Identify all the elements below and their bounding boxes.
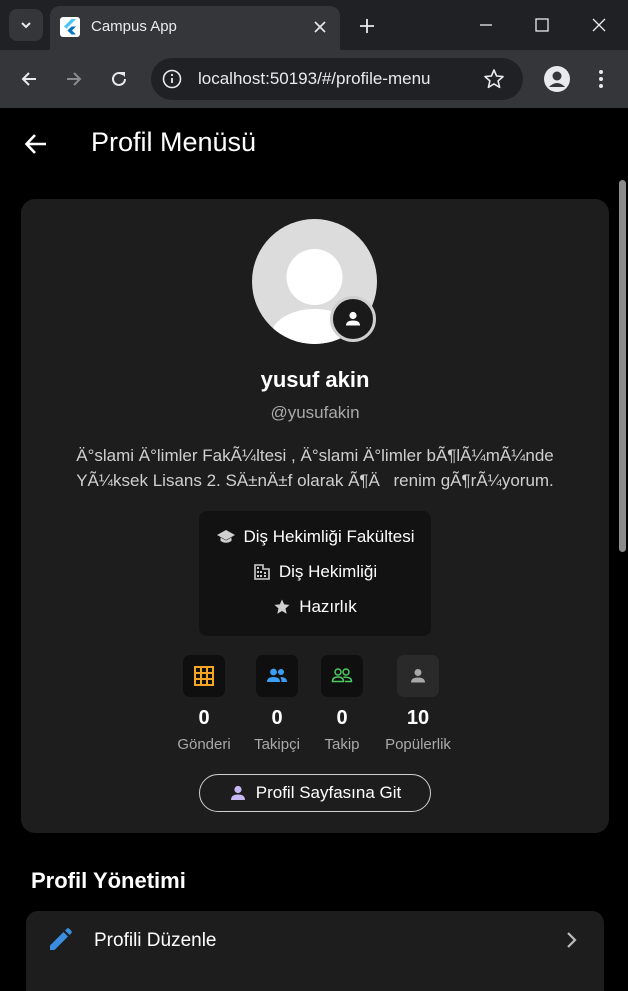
go-to-profile-button[interactable]: Profil Sayfasına Git (199, 774, 431, 812)
maximize-button[interactable] (529, 12, 555, 38)
back-arrow-icon[interactable] (23, 131, 49, 157)
stat-followers[interactable]: 0 Takipçi (250, 655, 304, 753)
academic-info-box: Diş Hekimliği Fakültesi Diş Hekimliği Ha… (199, 511, 431, 636)
stat-posts[interactable]: 0 Gönderi (177, 655, 231, 753)
forward-button[interactable] (62, 67, 86, 91)
flutter-icon (60, 17, 80, 37)
stat-followers-value: 0 (271, 707, 283, 729)
scrollbar-thumb[interactable] (619, 180, 626, 552)
profile-management-card: Profili Düzenle (26, 911, 604, 991)
new-tab-button[interactable] (356, 15, 378, 37)
browser-toolbar: localhost:50193/#/profile-menu (0, 50, 628, 108)
department-row: Diş Hekimliği (199, 562, 431, 582)
stat-posts-value: 0 (198, 707, 210, 729)
grid-icon (194, 666, 214, 686)
stat-posts-icon-box (183, 655, 225, 697)
stat-posts-label: Gönderi (177, 736, 231, 753)
user-name: yusuf akin (260, 367, 370, 392)
people-outline-icon (331, 668, 353, 683)
account-icon[interactable] (543, 65, 571, 93)
building-icon (254, 564, 270, 580)
close-icon (592, 18, 606, 32)
tab-title: Campus App (91, 18, 177, 35)
browser-menu-button[interactable] (591, 67, 611, 91)
close-icon (314, 21, 326, 33)
minimize-icon (480, 24, 492, 26)
minimize-button[interactable] (473, 12, 499, 38)
person-icon (346, 311, 360, 326)
site-info-icon[interactable] (161, 68, 183, 90)
stat-popularity-value: 10 (406, 707, 430, 729)
person-icon (411, 669, 425, 683)
profile-card: yusuf akin @yusufakin Ä°slami Ä°limler F… (21, 199, 609, 833)
stat-popularity[interactable]: 10 Popülerlik (376, 655, 460, 753)
chevron-down-icon (21, 22, 31, 29)
chevron-right-icon (567, 932, 577, 948)
stat-following-value: 0 (336, 707, 348, 729)
people-icon (267, 668, 287, 682)
section-title-profile-management: Profil Yönetimi (31, 868, 186, 893)
tab-close-button[interactable] (310, 17, 330, 37)
reload-button[interactable] (107, 67, 131, 91)
level-label: Hazırlık (299, 597, 357, 616)
app-viewport: Profil Menüsü yusuf akin @yusufakin Ä°sl… (0, 108, 628, 991)
browser-tab-bar: Campus App (0, 0, 628, 50)
kebab-menu-icon (599, 70, 603, 88)
stat-following-label: Takip (324, 736, 360, 753)
arrow-right-icon (67, 72, 82, 86)
go-to-profile-label: Profil Sayfasına Git (255, 783, 402, 802)
avatar-edit-badge[interactable] (330, 296, 376, 342)
address-bar[interactable]: localhost:50193/#/profile-menu (151, 58, 523, 100)
user-handle: @yusufakin (270, 403, 360, 422)
arrow-left-icon (21, 72, 36, 86)
address-url[interactable]: localhost:50193/#/profile-menu (198, 69, 430, 89)
person-icon (230, 785, 245, 800)
stat-followers-icon-box (256, 655, 298, 697)
faculty-label: Diş Hekimliği Fakültesi (243, 527, 415, 546)
edit-profile-item[interactable]: Profili Düzenle (26, 911, 604, 971)
reload-icon (112, 71, 126, 86)
stat-following[interactable]: 0 Takip (321, 655, 363, 753)
tab-search-button[interactable] (9, 9, 43, 41)
plus-icon (360, 19, 374, 33)
stat-popularity-label: Popülerlik (385, 736, 451, 753)
star-icon (274, 599, 290, 614)
graduation-cap-icon (216, 530, 235, 543)
star-outline-icon[interactable] (483, 68, 505, 90)
faculty-row: Diş Hekimliği Fakültesi (199, 527, 431, 547)
department-label: Diş Hekimliği (278, 562, 378, 581)
user-bio: Ä°slami Ä°limler FakÃ¼ltesi , Ä°slami Ä°… (76, 446, 554, 490)
maximize-icon (535, 18, 549, 32)
stat-followers-label: Takipçi (254, 736, 300, 753)
back-button[interactable] (17, 67, 41, 91)
browser-tab[interactable]: Campus App (50, 6, 340, 50)
window-close-button[interactable] (586, 12, 612, 38)
edit-icon (50, 928, 72, 950)
edit-profile-label: Profili Düzenle (94, 930, 217, 951)
page-title: Profil Menüsü (91, 127, 257, 157)
level-row: Hazırlık (199, 597, 431, 617)
stat-popularity-icon-box (397, 655, 439, 697)
stat-following-icon-box (321, 655, 363, 697)
